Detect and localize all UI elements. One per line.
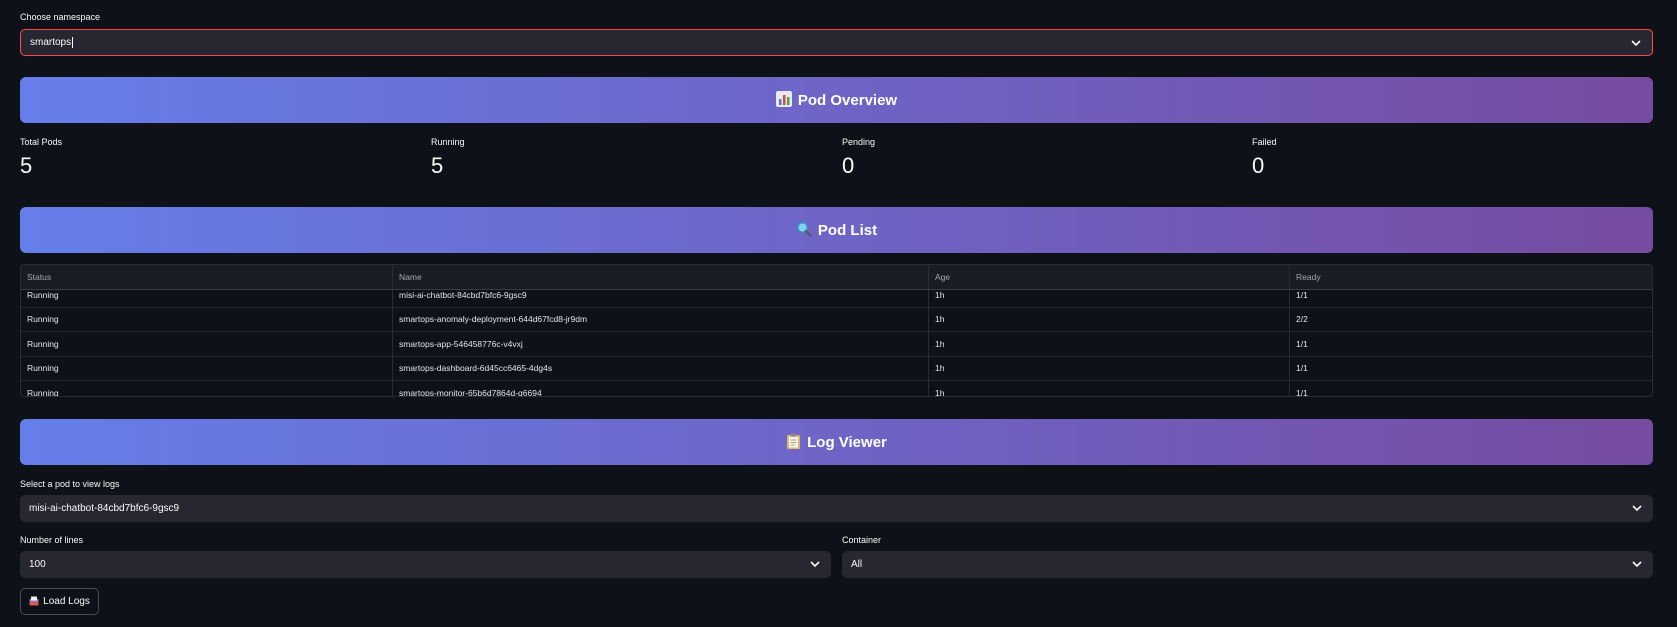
metric-total-pods: Total Pods 5	[20, 137, 62, 179]
load-logs-label: Load Logs	[43, 596, 90, 607]
cell-name: smartops-dashboard-6d45cc6465-4dg4s	[393, 356, 929, 380]
text-cursor	[72, 37, 74, 48]
cell-ready: 1/1	[1296, 363, 1308, 374]
table-row[interactable]: Running misi-ai-chatbot-84cbd7bfc6-9gsc9…	[21, 290, 1652, 308]
cell-status: Running	[21, 332, 393, 356]
metric-label: Failed	[1252, 137, 1277, 147]
cell-ready: 1/1	[1296, 387, 1308, 397]
cell-name: smartops-anomaly-deployment-644d67fcd8-j…	[393, 307, 929, 331]
cell-age: 1h	[929, 356, 1290, 380]
pod-select[interactable]: misi-ai-chatbot-84cbd7bfc6-9gsc9	[20, 495, 1653, 522]
chevron-down-icon[interactable]	[1631, 558, 1643, 570]
table-rows: Running misi-ai-chatbot-84cbd7bfc6-9gsc9…	[21, 290, 1652, 397]
cell-age: 1h	[929, 381, 1290, 396]
column-header-ready[interactable]: Ready	[1290, 265, 1652, 289]
cell-age: 1h	[929, 332, 1290, 356]
namespace-label: Choose namespace	[20, 12, 101, 22]
table-header: Status Name Age Ready	[21, 265, 1652, 290]
metric-value: 0	[842, 153, 855, 178]
chevron-down-icon[interactable]	[809, 558, 821, 570]
column-header-status[interactable]: Status	[21, 265, 393, 289]
column-header-age[interactable]: Age	[929, 265, 1290, 289]
lines-select-value: 100	[29, 559, 46, 570]
cell-ready: 2/2	[1296, 314, 1308, 325]
cell-status: Running	[21, 290, 393, 307]
metric-value: 0	[1252, 153, 1265, 178]
pod-list-header: Pod List	[20, 207, 1653, 253]
metric-value: 5	[20, 153, 33, 178]
cell-age: 1h	[929, 290, 1290, 307]
cell-status: Running	[21, 307, 393, 331]
cell-name: smartops-app-546458776c-v4vxj	[393, 332, 929, 356]
pod-overview-title: Pod Overview	[797, 91, 898, 109]
cell-age: 1h	[929, 307, 1290, 331]
metric-value: 5	[431, 153, 444, 178]
table-row[interactable]: Running smartops-monitor-65b6d7864d-q669…	[21, 381, 1652, 397]
cell-name: smartops-monitor-65b6d7864d-q6694	[393, 381, 929, 396]
table-row[interactable]: Running smartops-anomaly-deployment-644d…	[21, 307, 1652, 332]
namespace-select[interactable]: smartops	[20, 29, 1653, 56]
inbox-icon	[29, 596, 39, 608]
metric-failed: Failed 0	[1252, 137, 1277, 179]
pod-select-value: misi-ai-chatbot-84cbd7bfc6-9gsc9	[29, 503, 180, 514]
clipboard-icon	[786, 433, 801, 452]
cell-status: Running	[21, 356, 393, 380]
chevron-down-icon[interactable]	[1630, 37, 1642, 49]
log-viewer-title: Log Viewer	[807, 433, 887, 451]
lines-select-label: Number of lines	[20, 535, 84, 545]
chevron-down-icon[interactable]	[1631, 502, 1643, 514]
lines-select[interactable]: 100	[20, 551, 831, 578]
pod-list-title: Pod List	[817, 221, 878, 239]
namespace-value: smartops	[30, 37, 72, 48]
cell-ready: 1/1	[1296, 290, 1308, 300]
log-viewer-header: Log Viewer	[20, 419, 1653, 465]
cell-ready: 1/1	[1296, 338, 1308, 349]
metric-running: Running 5	[431, 137, 465, 179]
load-logs-button[interactable]: Load Logs	[20, 588, 99, 615]
table-row[interactable]: Running smartops-dashboard-6d45cc6465-4d…	[21, 356, 1652, 381]
pod-select-label: Select a pod to view logs	[20, 479, 120, 489]
column-header-name[interactable]: Name	[393, 265, 929, 289]
table-row[interactable]: Running smartops-app-546458776c-v4vxj 1h…	[21, 332, 1652, 357]
container-select-value: All	[851, 559, 863, 570]
container-select[interactable]: All	[842, 551, 1653, 578]
metric-pending: Pending 0	[842, 137, 875, 179]
pod-overview-header: Pod Overview	[20, 77, 1653, 123]
bar-chart-icon	[775, 90, 792, 110]
table-body[interactable]: Running misi-ai-chatbot-84cbd7bfc6-9gsc9…	[21, 290, 1652, 397]
metric-label: Running	[431, 137, 465, 147]
metric-label: Total Pods	[20, 137, 63, 147]
container-select-label: Container	[842, 535, 882, 545]
cell-status: Running	[21, 381, 393, 396]
metric-label: Pending	[842, 137, 876, 147]
pod-table[interactable]: Status Name Age Ready Running misi-ai-ch…	[20, 264, 1653, 397]
cell-name: misi-ai-chatbot-84cbd7bfc6-9gsc9	[393, 290, 929, 307]
magnifier-icon	[796, 221, 812, 240]
